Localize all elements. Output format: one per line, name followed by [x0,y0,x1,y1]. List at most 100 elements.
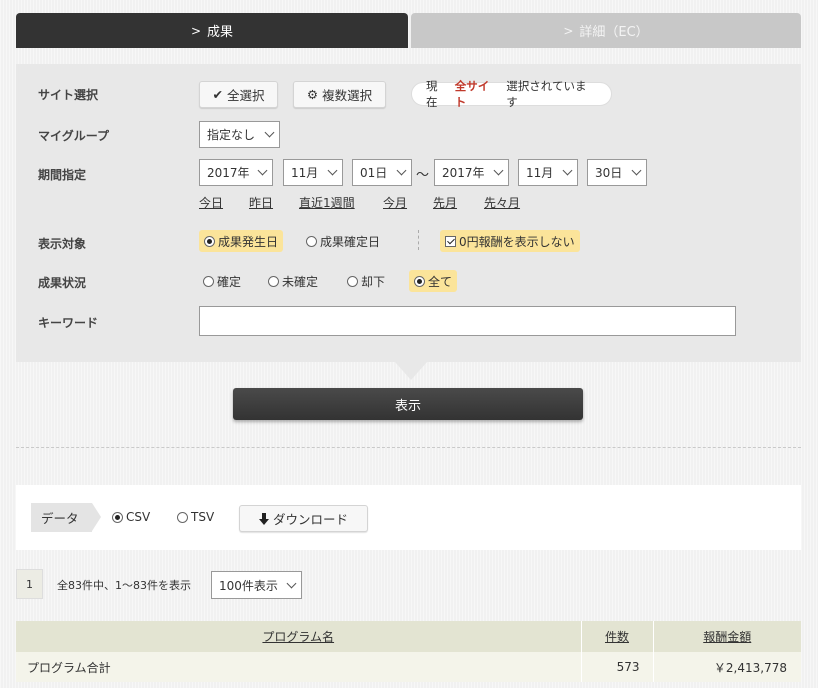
tab-results[interactable]: > 成果 [16,13,408,48]
radio-status-all-label: 全て [428,274,453,289]
mygroup-label: マイグループ [38,129,110,143]
shortcut-this-month[interactable]: 今月 [383,194,407,211]
to-day-select[interactable]: 30日 [587,159,647,186]
gear-icon: ⚙ [306,87,319,102]
chevron-down-icon [396,165,407,176]
download-button[interactable]: ダウンロード [239,505,368,532]
results-table: プログラム名 件数 報酬金額 プログラム合計 573 ￥2,413,778 [16,621,801,682]
radio-confirmed-date[interactable]: 成果確定日 [306,230,380,252]
table-header-row: プログラム名 件数 報酬金額 [16,621,801,652]
show-button[interactable]: 表示 [233,388,583,420]
radio-status-rejected[interactable]: 却下 [347,270,385,292]
from-year-value: 2017年 [207,166,250,180]
column-header-amount-label: 報酬金額 [703,630,752,644]
from-year-select[interactable]: 2017年 [199,159,273,186]
radio-tsv[interactable]: TSV [177,506,214,528]
checkmark-icon: ✔ [212,87,223,102]
chevron-down-icon [327,165,338,176]
site-status-badge: 現在 全サイト 選択されています [411,79,612,109]
mygroup-value: 指定なし [207,128,256,142]
page-number-current[interactable]: 1 [16,569,43,599]
chevron-down-icon [493,165,504,176]
status-label: 成果状況 [38,276,87,290]
radio-occurrence-date-label: 成果発生日 [218,234,279,249]
cell-program-name: プログラム合計 [16,652,582,682]
radio-status-unconfirmed-label: 未確定 [282,274,319,289]
period-separator: ～ [416,168,430,183]
radio-csv-label: CSV [126,510,151,524]
divider [418,230,419,250]
per-page-select[interactable]: 100件表示 [211,571,302,599]
column-header-program[interactable]: プログラム名 [16,621,582,652]
to-month-select[interactable]: 11月 [518,159,578,186]
chevron-down-icon [264,127,275,138]
radio-tsv-label: TSV [191,510,215,524]
column-header-count-label: 件数 [604,630,629,644]
select-all-label: 全選択 [226,88,265,103]
data-format-tag: データ [31,503,92,532]
target-label: 表示対象 [38,237,87,251]
tab-results-label: 成果 [207,25,234,40]
radio-csv[interactable]: CSV [112,506,150,528]
from-month-value: 11月 [291,166,319,180]
cell-count: 573 [581,652,654,682]
chevron-right-icon: > [190,23,202,38]
radio-status-all[interactable]: 全て [409,270,458,292]
from-month-select[interactable]: 11月 [283,159,343,186]
data-format-tag-label: データ [41,511,79,526]
radio-status-confirmed[interactable]: 確定 [203,270,241,292]
radio-button-selected [414,275,425,287]
panel-pointer [395,362,427,380]
radio-button-selected [204,235,215,247]
shortcut-last-week[interactable]: 直近1週間 [299,194,355,211]
page-number-label: 1 [26,577,33,591]
radio-button [347,275,358,287]
to-year-value: 2017年 [442,166,485,180]
shortcut-yesterday[interactable]: 昨日 [249,194,273,211]
to-year-select[interactable]: 2017年 [434,159,509,186]
cell-amount: ￥2,413,778 [653,652,801,682]
from-day-value: 01日 [360,166,388,180]
multi-select-button[interactable]: ⚙ 複数選択 [293,81,386,108]
show-button-label: 表示 [394,398,421,414]
download-arrow-icon [258,512,269,525]
tab-details-ec[interactable]: > 詳細（EC） [411,13,801,48]
multi-select-label: 複数選択 [322,88,373,103]
shortcut-last-month[interactable]: 先月 [433,194,457,211]
keyword-label: キーワード [38,316,99,330]
checkbox-hide-zero-reward[interactable]: 0円報酬を表示しない [440,230,580,252]
chevron-right-icon: > [563,23,574,38]
radio-status-unconfirmed[interactable]: 未確定 [268,270,318,292]
column-header-count[interactable]: 件数 [581,621,654,652]
table-row: プログラム合計 573 ￥2,413,778 [16,652,801,682]
radio-status-confirmed-label: 確定 [217,274,242,289]
select-all-button[interactable]: ✔ 全選択 [199,81,278,108]
tag-arrow [92,503,101,531]
keyword-input[interactable] [199,306,736,336]
radio-button-selected [112,511,123,523]
site-status-prefix: 現在 [426,79,438,109]
shortcut-today[interactable]: 今日 [199,194,223,211]
per-page-value: 100件表示 [219,578,278,593]
radio-button [177,511,188,523]
period-label: 期間指定 [38,168,87,182]
from-day-select[interactable]: 01日 [352,159,412,186]
mygroup-select[interactable]: 指定なし [199,121,280,148]
tab-details-ec-label: 詳細（EC） [579,25,649,40]
chevron-down-icon [631,165,642,176]
checkbox-hide-zero-reward-label: 0円報酬を表示しない [459,234,575,249]
radio-confirmed-date-label: 成果確定日 [320,234,381,249]
to-day-value: 30日 [595,166,623,180]
download-button-label: ダウンロード [272,512,348,527]
radio-button [268,275,279,287]
site-status-value: 全サイト [454,79,490,109]
radio-button [203,275,214,287]
chevron-down-icon [257,165,268,176]
shortcut-two-months-ago[interactable]: 先々月 [484,194,520,211]
site-select-label: サイト選択 [38,88,99,102]
radio-occurrence-date[interactable]: 成果発生日 [199,230,284,252]
result-count-info: 全83件中、1～83件を表示 [57,579,191,592]
column-header-amount[interactable]: 報酬金額 [653,621,801,652]
radio-button [306,235,317,247]
checkbox-checked [445,235,456,247]
